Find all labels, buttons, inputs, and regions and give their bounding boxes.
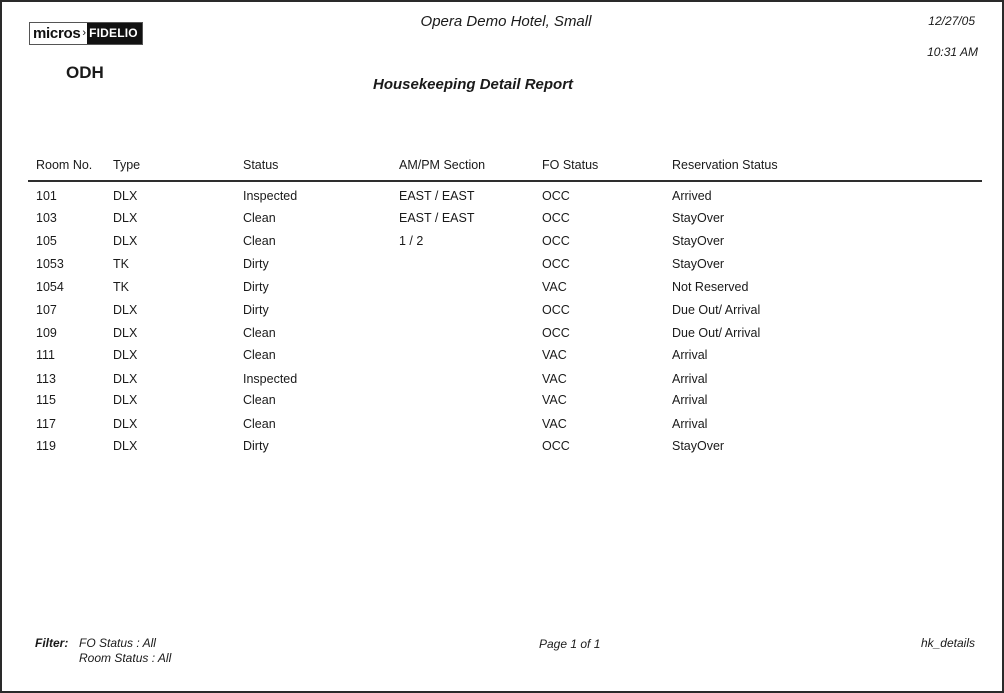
cell-fo-status: VAC [542,393,567,407]
cell-am-pm-section: 1 / 2 [399,234,424,248]
cell-status: Clean [243,234,276,248]
cell-type: DLX [113,393,138,407]
cell-type: DLX [113,372,138,386]
hotel-name: Opera Demo Hotel, Small [420,13,592,30]
hotel-name-wrap: Opera Demo Hotel, Small [2,13,1004,30]
cell-type: DLX [113,211,138,225]
cell-room-no: 103 [36,211,57,225]
cell-room-no: 117 [36,417,56,431]
cell-fo-status: OCC [542,303,570,317]
report-time: 10:31 AM [927,45,978,59]
cell-fo-status: OCC [542,234,570,248]
column-header-fo-status: FO Status [542,158,599,172]
cell-status: Clean [243,348,276,362]
cell-status: Dirty [243,303,269,317]
cell-status: Inspected [243,189,298,203]
cell-room-no: 109 [36,326,57,340]
column-header-type: Type [113,158,141,172]
cell-fo-status: OCC [542,211,570,225]
column-header-room-no: Room No. [36,158,93,172]
cell-type: DLX [113,348,138,362]
cell-room-no: 107 [36,303,57,317]
filter-fo-status: FO Status : All [79,636,156,650]
cell-type: TK [113,257,129,271]
cell-room-no: 1054 [36,280,64,294]
cell-status: Dirty [243,257,269,271]
cell-fo-status: VAC [542,417,567,431]
cell-fo-status: VAC [542,280,567,294]
cell-reservation-status: StayOver [672,234,725,248]
cell-status: Clean [243,393,276,407]
cell-room-no: 111 [36,348,56,362]
cell-reservation-status: StayOver [672,211,725,225]
cell-status: Clean [243,326,276,340]
cell-status: Dirty [243,280,269,294]
cell-fo-status: OCC [542,189,570,203]
cell-room-no: 105 [36,234,57,248]
cell-type: DLX [113,326,138,340]
cell-type: DLX [113,303,138,317]
cell-type: DLX [113,439,138,453]
report-date: 12/27/05 [928,14,975,28]
cell-am-pm-section: EAST / EAST [399,189,475,203]
cell-room-no: 101 [36,189,57,203]
cell-room-no: 115 [36,393,56,407]
cell-fo-status: VAC [542,348,567,362]
cell-reservation-status: Arrived [672,189,712,203]
cell-reservation-status: StayOver [672,439,725,453]
cell-status: Inspected [243,372,298,386]
report-id: hk_details [920,636,975,650]
column-header-reservation-status: Reservation Status [672,158,778,172]
cell-type: DLX [113,234,138,248]
report-title: Housekeeping Detail Report [373,76,574,93]
cell-fo-status: OCC [542,326,570,340]
cell-type: TK [113,280,129,294]
cell-reservation-status: Arrival [672,372,708,386]
report-page: micros › FIDELIO ODH Opera Demo Hotel, S… [0,0,1004,693]
cell-status: Clean [243,417,276,431]
cell-type: DLX [113,417,138,431]
cell-room-no: 113 [36,372,56,386]
cell-reservation-status: Not Reserved [672,280,749,294]
cell-type: DLX [113,189,138,203]
cell-reservation-status: Due Out/ Arrival [672,303,761,317]
property-code: ODH [66,63,104,82]
cell-fo-status: OCC [542,439,570,453]
cell-room-no: 119 [36,439,56,453]
column-header-status: Status [243,158,279,172]
cell-status: Dirty [243,439,269,453]
cell-fo-status: VAC [542,372,567,386]
cell-reservation-status: Arrival [672,417,708,431]
filter-label: Filter: [35,636,69,650]
cell-reservation-status: Arrival [672,348,708,362]
page-number: Page 1 of 1 [539,637,601,651]
header-divider [28,180,982,182]
column-header-am-pm-section: AM/PM Section [399,158,486,172]
cell-reservation-status: Due Out/ Arrival [672,326,761,340]
cell-fo-status: OCC [542,257,570,271]
cell-room-no: 1053 [36,257,64,271]
cell-am-pm-section: EAST / EAST [399,211,475,225]
cell-status: Clean [243,211,276,225]
filter-room-status: Room Status : All [79,651,172,665]
cell-reservation-status: Arrival [672,393,708,407]
cell-reservation-status: StayOver [672,257,725,271]
